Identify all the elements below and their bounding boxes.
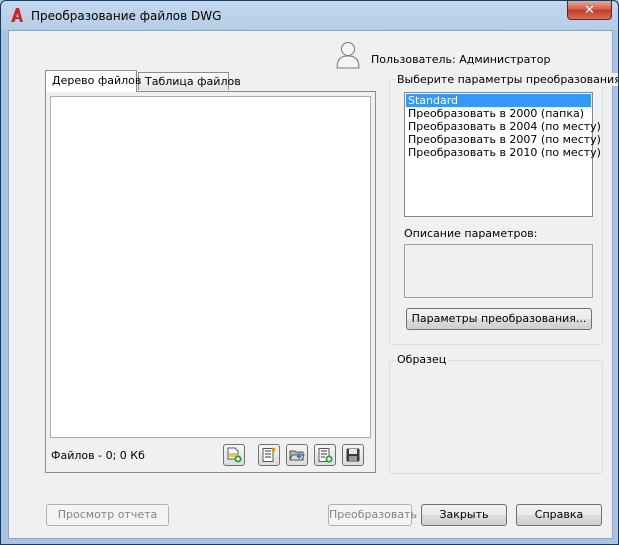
setup-option[interactable]: Преобразовать в 2010 (по месту) <box>406 146 601 159</box>
save-icon <box>346 448 360 462</box>
sample-group-label: Образец <box>395 353 449 366</box>
setups-listbox[interactable]: Standard Преобразовать в 2000 (папка) Пр… <box>404 92 601 217</box>
dialog-client: Пользователь: Администратор Дерево файло… <box>8 30 618 539</box>
autocad-a-icon <box>11 8 23 22</box>
window-close-button[interactable]: ✕ <box>567 1 612 20</box>
setup-option[interactable]: Преобразовать в 2007 (по месту) <box>406 133 601 146</box>
tab-file-table[interactable]: Таблица файлов <box>138 72 241 90</box>
close-icon: ✕ <box>584 2 595 18</box>
user-label: Пользователь: Администратор <box>371 53 551 66</box>
file-list-button[interactable] <box>258 444 280 466</box>
close-button[interactable]: Закрыть <box>421 504 507 526</box>
save-list-button[interactable] <box>342 444 364 466</box>
sample-group <box>389 360 603 474</box>
user-icon <box>336 42 360 69</box>
title-bar[interactable]: Преобразование файлов DWG ✕ <box>1 1 618 31</box>
add-file-icon <box>227 447 242 463</box>
open-folder-icon <box>289 450 305 461</box>
convert-button[interactable]: Преобразовать <box>328 504 417 526</box>
setup-option[interactable]: Standard <box>406 94 591 107</box>
file-tree-panel: Файлов - 0; 0 Кб <box>45 91 376 473</box>
edit-list-icon <box>318 448 333 463</box>
edit-list-button[interactable] <box>314 444 336 466</box>
setups-group-label: Выберите параметры преобразования <box>395 73 618 86</box>
file-tree[interactable] <box>50 96 371 438</box>
open-folder-button[interactable] <box>286 444 308 466</box>
tab-file-tree[interactable]: Дерево файлов <box>45 70 141 92</box>
description-box <box>404 244 593 298</box>
file-list-icon <box>262 447 276 462</box>
conversion-setups-button[interactable]: Параметры преобразования... <box>406 308 592 330</box>
description-label: Описание параметров: <box>404 227 538 240</box>
dwg-convert-window: Преобразование файлов DWG ✕ Пользователь… <box>0 0 619 545</box>
files-count-status: Файлов - 0; 0 Кб <box>51 449 145 462</box>
add-file-button[interactable] <box>223 444 245 466</box>
help-button[interactable]: Справка <box>516 504 602 526</box>
window-title: Преобразование файлов DWG <box>31 9 222 23</box>
view-report-button[interactable]: Просмотр отчета <box>46 504 169 526</box>
setup-option[interactable]: Преобразовать в 2004 (по месту) <box>406 120 601 133</box>
setup-option[interactable]: Преобразовать в 2000 (папка) <box>406 107 591 120</box>
